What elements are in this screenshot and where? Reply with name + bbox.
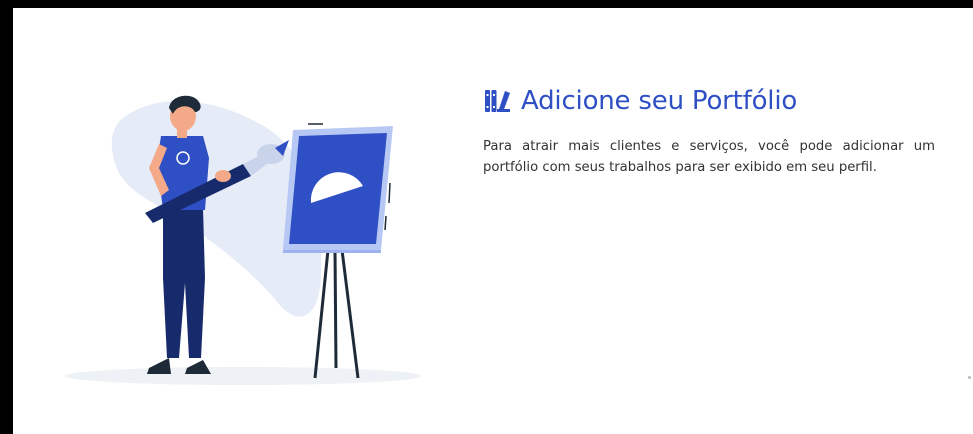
portfolio-info: Adicione seu Portfólio Para atrair mais … bbox=[483, 86, 935, 191]
portfolio-description: Para atrair mais clientes e serviços, vo… bbox=[483, 139, 935, 175]
portfolio-card: Adicione seu Portfólio Para atrair mais … bbox=[13, 8, 973, 434]
page-title: Adicione seu Portfólio bbox=[521, 86, 798, 116]
portfolio-books-icon bbox=[483, 87, 511, 115]
title-row: Adicione seu Portfólio bbox=[483, 86, 935, 116]
scroll-indicator bbox=[968, 376, 971, 379]
artist-easel-illustration bbox=[65, 95, 421, 385]
